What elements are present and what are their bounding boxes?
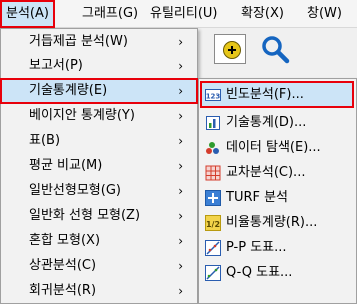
menu-item-label: 보고서(P) [29,58,83,73]
chevron-right-icon: › [178,209,183,223]
menu-item-label: 표(B) [29,133,61,148]
chevron-right-icon: › [178,134,183,148]
submenu-item-descriptives[interactable]: 기술통계(D)... [199,110,356,135]
menu-item-general-linear-model[interactable]: 일반선형모형(G) › [1,179,197,203]
menu-item-tables[interactable]: 표(B) › [1,129,197,153]
explore-icon [206,142,219,154]
submenu-item-label: Q-Q 도표... [226,265,293,280]
chevron-right-icon: › [178,284,183,298]
frequencies-icon: 123 [205,89,221,101]
menu-item-mixed-models[interactable]: 혼합 모형(X) › [1,229,197,253]
menu-utilities[interactable]: 유틸리티(U) [150,0,218,28]
chevron-right-icon: › [178,59,183,73]
menu-item-regression[interactable]: 회귀분석(R) › [1,279,197,303]
menu-item-label: 평균 비교(M) [29,158,103,173]
menu-item-descriptive-statistics[interactable]: 기술통계량(E) › [0,78,198,104]
submenu-item-turf[interactable]: TURF 분석 [199,185,356,210]
menu-graphs[interactable]: 그래프(G) [82,0,138,28]
menu-item-generalized-linear-models[interactable]: 일반화 선형 모형(Z) › [1,204,197,228]
chevron-right-icon: › [178,259,183,273]
ratio-icon: 1/2 [205,215,221,231]
chevron-right-icon: › [178,184,183,198]
submenu-item-label: P-P 도표... [226,240,287,255]
analyze-menu: 거듭제곱 분석(W) › 보고서(P) › 기술통계량(E) › 베이지안 통계… [0,28,198,304]
add-icon [223,41,241,59]
insert-case-button[interactable] [214,34,246,64]
menu-analyze[interactable]: 분석(A) [0,0,55,28]
menu-item-label: 베이지안 통계량(Y) [29,108,135,123]
menu-item-reports[interactable]: 보고서(P) › [1,54,197,78]
menu-item-bayesian[interactable]: 베이지안 통계량(Y) › [1,104,197,128]
descriptive-statistics-submenu: 123 빈도분석(F)... 기술통계(D)... 데이터 탐색(E)... 교… [198,78,357,304]
menu-item-label: 회귀분석(R) [29,283,97,298]
submenu-item-label: 데이터 탐색(E)... [226,140,321,155]
submenu-item-crosstabs[interactable]: 교차분석(C)... [199,160,356,185]
qq-plot-icon [205,265,221,281]
menu-item-label: 혼합 모형(X) [29,233,101,248]
find-button[interactable] [260,34,292,64]
menu-item-power-analysis[interactable]: 거듭제곱 분석(W) › [1,30,197,54]
menu-window[interactable]: 창(W) [307,0,342,28]
chevron-right-icon: › [178,35,183,49]
search-icon [262,36,290,64]
crosstabs-icon [205,165,221,181]
menu-item-compare-means[interactable]: 평균 비교(M) › [1,154,197,178]
pp-plot-icon [205,240,221,256]
submenu-item-label: 기술통계(D)... [226,115,307,130]
submenu-item-label: TURF 분석 [226,190,289,205]
menubar: 분석(A) 그래프(G) 유틸리티(U) 확장(X) 창(W) [0,0,357,28]
chevron-right-icon: › [178,159,183,173]
turf-icon [205,190,221,206]
menu-item-label: 기술통계량(E) [29,83,108,98]
submenu-item-label: 교차분석(C)... [226,165,306,180]
submenu-item-qq-plot[interactable]: Q-Q 도표... [199,260,356,285]
submenu-item-ratio[interactable]: 1/2 비율통계량(R)... [199,210,356,235]
chevron-right-icon: › [178,109,183,123]
menu-item-label: 거듭제곱 분석(W) [29,34,128,49]
menu-item-label: 상관분석(C) [29,258,97,273]
submenu-item-pp-plot[interactable]: P-P 도표... [199,235,356,260]
chevron-right-icon: › [178,234,183,248]
submenu-item-label: 빈도분석(F)... [226,87,304,102]
menu-item-label: 일반선형모형(G) [29,183,121,198]
svg-text:123: 123 [206,93,221,101]
toolbar [198,28,357,72]
descriptives-icon [206,116,220,130]
submenu-item-frequencies[interactable]: 123 빈도분석(F)... [200,81,354,108]
menu-item-correlate[interactable]: 상관분석(C) › [1,254,197,278]
submenu-item-label: 비율통계량(R)... [226,215,318,230]
menu-extensions[interactable]: 확장(X) [241,0,284,28]
svg-text:1/2: 1/2 [206,220,220,229]
menu-item-label: 일반화 선형 모형(Z) [29,208,141,223]
submenu-item-explore[interactable]: 데이터 탐색(E)... [199,135,356,160]
chevron-right-icon: › [178,84,183,98]
